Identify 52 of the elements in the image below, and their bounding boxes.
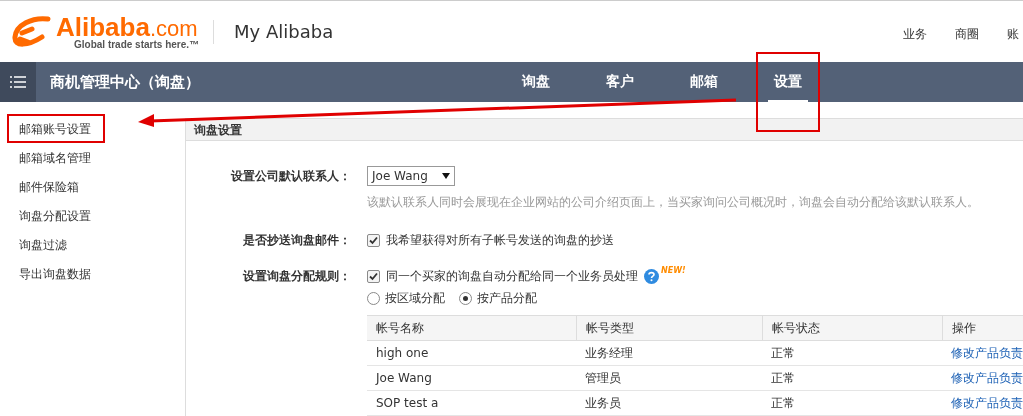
table-cell-text: 正常 bbox=[770, 395, 796, 412]
sidebar-item[interactable]: 询盘分配设置 bbox=[7, 201, 105, 230]
nav-tab[interactable]: 客户 bbox=[600, 62, 640, 102]
radio-label: 按产品分配 bbox=[477, 290, 537, 307]
nav-tab[interactable]: 邮箱 bbox=[684, 62, 724, 102]
contact-select[interactable]: Joe Wang bbox=[367, 166, 455, 186]
section-header: 询盘设置 bbox=[186, 118, 1023, 141]
sidebar-item[interactable]: 导出询盘数据 bbox=[7, 259, 105, 288]
checkbox[interactable] bbox=[367, 269, 380, 283]
table-cell-text: 业务员 bbox=[584, 395, 622, 412]
sidebar-item[interactable]: 邮箱域名管理 bbox=[7, 143, 105, 172]
logo-text: Alibaba bbox=[56, 13, 150, 40]
new-label: NEW! bbox=[661, 265, 686, 277]
nav-tab[interactable]: 询盘 bbox=[516, 62, 556, 102]
field-label: 设置公司默认联系人： bbox=[229, 168, 351, 185]
edit-link[interactable]: 修改产品负责 bbox=[951, 394, 1023, 412]
top-link[interactable]: 商圈 bbox=[955, 24, 979, 43]
sidebar-item[interactable]: 邮件保险箱 bbox=[7, 172, 105, 201]
table-cell-text: 正常 bbox=[770, 345, 796, 362]
sidebar-item[interactable]: 询盘过滤 bbox=[7, 230, 105, 259]
table-cell-text: 业务经理 bbox=[584, 345, 634, 362]
radio-label: 按区域分配 bbox=[385, 290, 445, 307]
help-icon[interactable] bbox=[644, 268, 659, 284]
radio-button[interactable] bbox=[459, 291, 472, 305]
table-cell-text: SOP test a bbox=[375, 395, 440, 412]
table-cell-text: Joe Wang bbox=[374, 370, 433, 387]
top-link[interactable]: 业务 bbox=[903, 24, 927, 43]
table-cell-text: 管理员 bbox=[584, 370, 622, 387]
checkbox[interactable] bbox=[367, 233, 380, 247]
edit-link[interactable]: 修改产品负责 bbox=[951, 344, 1023, 362]
menu-icon[interactable] bbox=[0, 62, 36, 102]
page-title: My Alibaba bbox=[234, 20, 334, 44]
field-label: 是否抄送询盘邮件： bbox=[242, 232, 351, 249]
logo-tagline: Global trade starts here.™ bbox=[74, 39, 200, 50]
hint-text: 该默认联系人同时会展现在企业网站的公司介绍页面上，当买家询问公司概况时，询盘会自动分配给该默认联系人。 bbox=[367, 194, 980, 211]
logo-suffix: .com bbox=[149, 17, 198, 40]
top-link[interactable]: 账 bbox=[1007, 24, 1019, 43]
column-header: 帐号类型 bbox=[576, 316, 762, 340]
edit-link[interactable]: 修改产品负责 bbox=[951, 369, 1023, 387]
checkbox-label: 我希望获得对所有子帐号发送的询盘的抄送 bbox=[386, 232, 614, 249]
dropdown-icon bbox=[442, 173, 450, 179]
field-label: 设置询盘分配规则： bbox=[241, 268, 351, 285]
radio-button[interactable] bbox=[367, 291, 380, 305]
checkbox-label: 同一个买家的询盘自动分配给同一个业务员处理 bbox=[386, 268, 638, 285]
nav-tab[interactable]: 设置 bbox=[768, 62, 808, 102]
column-header: 帐号名称 bbox=[375, 320, 425, 337]
column-header: 帐号状态 bbox=[762, 316, 942, 340]
table-cell-text: 正常 bbox=[770, 370, 796, 387]
column-header: 操作 bbox=[942, 316, 1023, 340]
table-cell-text: high one bbox=[375, 345, 430, 362]
sidebar-item[interactable]: 邮箱账号设置 bbox=[7, 114, 105, 143]
nav-title: 商机管理中心（询盘） bbox=[50, 71, 201, 93]
